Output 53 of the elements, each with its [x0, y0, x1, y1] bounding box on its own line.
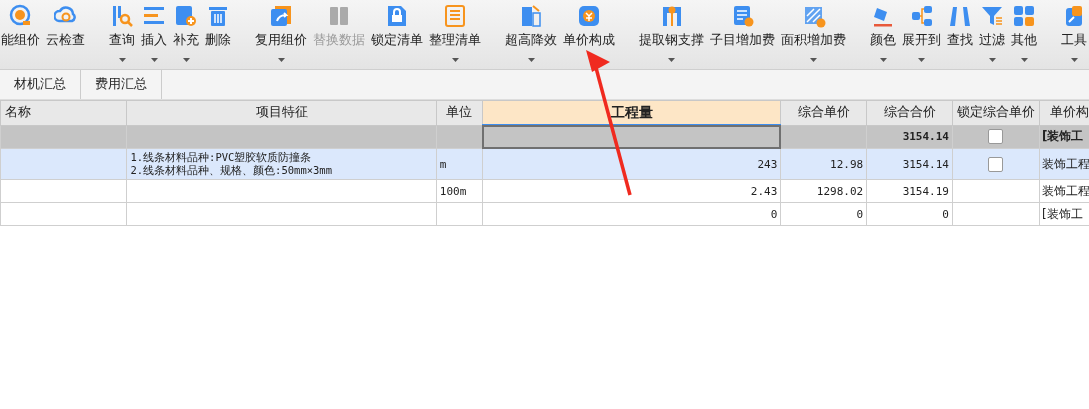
trash-icon — [206, 4, 230, 28]
table-cell: 100m — [436, 179, 483, 203]
toolbar-button[interactable]: 复用组价 — [254, 4, 308, 66]
table-cell: 243 — [482, 148, 781, 180]
column-header[interactable]: 名称 — [0, 100, 127, 125]
toolbar-button[interactable]: 提取钢支撑 — [638, 4, 705, 66]
table-cell: 1298.02 — [780, 179, 867, 203]
toolbar-button[interactable]: 查找 — [946, 4, 974, 66]
table-cell: 0 — [482, 202, 781, 226]
table-cell: 2.43 — [482, 179, 781, 203]
lock-icon — [385, 4, 409, 28]
bars-icon — [519, 4, 543, 28]
column-header[interactable]: 锁定综合单价 — [952, 100, 1040, 125]
toolbar-button[interactable]: 能组价 — [0, 4, 41, 66]
toolbar-button[interactable]: 过滤 — [978, 4, 1006, 66]
toolbar-button[interactable]: 查询 — [108, 4, 136, 66]
column-header[interactable]: 综合合价 — [866, 100, 953, 125]
table-cell: 0 — [780, 202, 867, 226]
toolbar-button[interactable]: 颜色 — [869, 4, 897, 66]
tab[interactable]: 材机汇总 — [0, 70, 81, 99]
toolbar-button[interactable]: 补充 — [172, 4, 200, 66]
document-arrow-icon — [269, 4, 293, 28]
table-cell: 0 — [866, 202, 953, 226]
column-header[interactable]: 单价构 — [1039, 100, 1089, 125]
grid-icon — [1012, 4, 1036, 28]
toolbar-button[interactable]: 超高降效 — [504, 4, 558, 66]
search-icon — [110, 4, 134, 28]
table-cell: 1.线条材料品种:PVC塑胶软质防撞条 2.线条材料品种、规格、颜色:50mm×3mm — [126, 148, 437, 180]
toolbar-button[interactable]: 展开到 — [901, 4, 942, 66]
toolbar-button[interactable]: 其他 — [1010, 4, 1038, 66]
toolbar-button[interactable]: 删除 — [204, 4, 232, 66]
column-header[interactable]: 工程量 — [482, 100, 781, 125]
table-cell: 12.98 — [780, 148, 867, 180]
list-icon — [443, 4, 467, 28]
add-document-icon — [174, 4, 198, 28]
toolbar-button[interactable]: 云检查 — [45, 4, 86, 66]
table-cell: 3154.14 — [866, 148, 953, 180]
toolbar-button[interactable]: 整理清单 — [428, 4, 482, 66]
column-header[interactable]: 项目特征 — [126, 100, 437, 125]
hierarchy-icon — [909, 4, 934, 28]
table-cell: 装饰工程 — [1039, 148, 1089, 180]
table-cell: 3154.19 — [866, 179, 953, 203]
column-header[interactable]: 综合单价 — [780, 100, 867, 125]
toolbar-button[interactable]: 子目增加费 — [709, 4, 776, 66]
toolbar-button[interactable]: 工具 — [1060, 4, 1088, 66]
checkbox[interactable] — [988, 156, 1004, 172]
column-header[interactable]: 单位 — [436, 100, 483, 125]
toolbar-button[interactable]: 面积增加费 — [780, 4, 847, 66]
toolbar-button[interactable]: 锁定清单 — [370, 4, 424, 66]
checkbox[interactable] — [988, 129, 1004, 145]
toolbar-button[interactable]: 插入 — [140, 4, 168, 66]
tab[interactable]: 费用汇总 — [81, 70, 162, 99]
filter-icon — [980, 4, 1004, 28]
